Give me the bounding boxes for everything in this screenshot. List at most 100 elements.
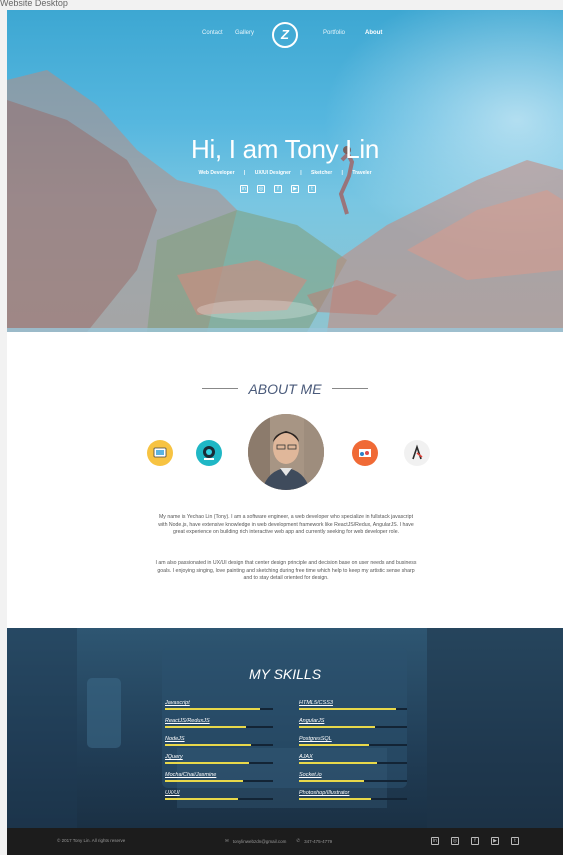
skill-level-bar — [165, 726, 246, 728]
skill-level-track — [299, 780, 407, 782]
skill-level-bar — [165, 780, 243, 782]
skills-background-image — [7, 628, 563, 828]
role-web-developer: Web Developer — [198, 170, 235, 176]
skill-level-bar — [299, 726, 375, 728]
nav-gallery[interactable]: Gallery — [235, 30, 254, 36]
skill-level-bar — [299, 744, 370, 746]
skill-item: UX/UI — [165, 790, 273, 800]
about-section: ABOUT ME My name is Yechao Lin (Tony). I… — [7, 332, 563, 628]
heading-rule-right — [332, 388, 369, 390]
profile-photo — [248, 414, 324, 490]
website-page: Contact Gallery Z Portfolio About Hi, I … — [7, 10, 563, 855]
skills-heading: MY SKILLS — [248, 666, 322, 682]
site-footer: © 2017 Tony Lin. All rights reserve ✉ to… — [7, 828, 563, 855]
skill-level-bar — [165, 708, 261, 710]
design-icon — [147, 440, 173, 466]
footer-social-links: in ◎ f ▶ t — [431, 837, 519, 845]
skill-level-track — [299, 798, 407, 800]
skill-level-track — [299, 744, 407, 746]
skill-name: JQuery — [165, 754, 183, 760]
skill-item: Photoshop/Illustrator — [299, 790, 407, 800]
nav-about[interactable]: About — [365, 30, 382, 36]
skill-level-bar — [299, 798, 372, 800]
hero-social-links: in ◎ f ▶ t — [240, 185, 316, 193]
skill-level-track — [165, 762, 273, 764]
skill-name: AngularJS — [299, 718, 325, 724]
skill-name: AJAX — [299, 754, 313, 760]
linkedin-icon[interactable]: in — [240, 185, 248, 193]
role-separator: | — [341, 170, 343, 176]
skill-level-bar — [165, 798, 239, 800]
skill-name: PostgresSQL — [299, 736, 332, 742]
heading-rule-left — [201, 388, 238, 390]
skill-item: PostgresSQL — [299, 736, 407, 746]
instagram-icon[interactable]: ◎ — [257, 185, 265, 193]
skill-level-track — [165, 726, 273, 728]
facebook-icon[interactable]: f — [471, 837, 479, 845]
main-nav: Contact Gallery Z Portfolio About — [7, 22, 563, 48]
copyright-text: © 2017 Tony Lin. All rights reserve — [57, 838, 126, 843]
nav-contact[interactable]: Contact — [202, 30, 223, 36]
nav-portfolio[interactable]: Portfolio — [323, 30, 345, 36]
skill-item: JQuery — [165, 754, 273, 764]
skill-level-track — [165, 708, 273, 710]
role-traveler: Traveler — [352, 170, 372, 176]
role-separator: | — [300, 170, 302, 176]
skill-level-bar — [299, 762, 377, 764]
about-heading-text: ABOUT ME — [248, 380, 322, 397]
skill-item: AJAX — [299, 754, 407, 764]
about-heading: ABOUT ME — [7, 380, 563, 398]
skill-name: Javascript — [165, 700, 190, 706]
skill-item: HTML5/CSS3 — [299, 700, 407, 710]
hero-section: Contact Gallery Z Portfolio About Hi, I … — [7, 10, 563, 332]
skill-item: Mocha/Chai/Jasmine — [165, 772, 273, 782]
footer-phone[interactable]: 347-475-4779 — [304, 839, 332, 844]
skill-name: NodeJS — [165, 736, 185, 742]
skills-section: MY SKILLS Javascript ReactJS/ReduxJS NodeJ… — [7, 628, 563, 828]
skill-item: Javascript — [165, 700, 273, 710]
skill-level-track — [165, 744, 273, 746]
role-uxui-designer: UX/UI Designer — [254, 170, 291, 176]
footer-contact: ✉ tonylinwebzdn@gmail.com ✆ 347-475-4779 — [225, 838, 332, 844]
adobe-icon — [404, 440, 430, 466]
skill-level-bar — [299, 780, 364, 782]
phone-icon: ✆ — [296, 838, 301, 843]
skill-level-track — [299, 762, 407, 764]
skill-level-track — [165, 780, 273, 782]
twitter-icon[interactable]: t — [308, 185, 316, 193]
skill-name: HTML5/CSS3 — [299, 700, 333, 706]
youtube-icon[interactable]: ▶ — [291, 185, 299, 193]
about-paragraph-1: My name is Yechao Lin (Tony). I am a sof… — [158, 514, 414, 535]
mail-icon: ✉ — [225, 838, 229, 843]
hero-roles: Web Developer | UX/UI Designer | Sketche… — [7, 170, 563, 176]
sketch-icon — [352, 440, 378, 466]
site-logo[interactable]: Z — [272, 22, 298, 48]
skill-level-bar — [165, 762, 250, 764]
instagram-icon[interactable]: ◎ — [451, 837, 459, 845]
skill-level-bar — [165, 744, 252, 746]
youtube-icon[interactable]: ▶ — [491, 837, 499, 845]
role-separator: | — [243, 170, 246, 176]
skill-level-track — [165, 798, 273, 800]
facebook-icon[interactable]: f — [274, 185, 282, 193]
skill-level-bar — [299, 708, 397, 710]
social-icon — [196, 440, 222, 466]
hero-title: Hi, I am Tony Lin — [190, 134, 380, 164]
skill-level-track — [299, 708, 407, 710]
linkedin-icon[interactable]: in — [431, 837, 439, 845]
skill-name: Photoshop/Illustrator — [299, 790, 350, 796]
frame-label: Website Desktop — [0, 0, 68, 8]
about-paragraph-2: I am also passionated in UX/UI design th… — [155, 560, 417, 581]
skill-item: Socket.io — [299, 772, 407, 782]
skill-item: ReactJS/ReduxJS — [165, 718, 273, 728]
skill-name: Socket.io — [299, 772, 322, 778]
skill-name: Mocha/Chai/Jasmine — [165, 772, 217, 778]
twitter-icon[interactable]: t — [511, 837, 519, 845]
role-sketcher: Sketcher — [311, 170, 333, 176]
skill-item: NodeJS — [165, 736, 273, 746]
skill-name: ReactJS/ReduxJS — [165, 718, 210, 724]
skill-name: UX/UI — [165, 790, 180, 796]
skill-level-track — [299, 726, 407, 728]
footer-email[interactable]: tonylinwebzdn@gmail.com — [233, 839, 287, 844]
skill-item: AngularJS — [299, 718, 407, 728]
